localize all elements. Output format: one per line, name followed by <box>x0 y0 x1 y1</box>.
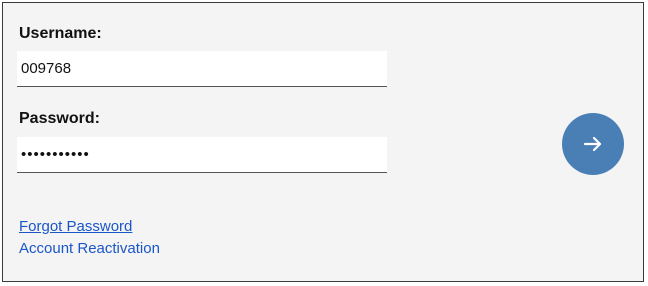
login-panel: Username: 009768 Password: ••••••••••• F… <box>2 2 644 282</box>
password-label: Password: <box>19 110 100 127</box>
submit-button[interactable] <box>562 113 624 175</box>
password-input[interactable]: ••••••••••• <box>17 137 387 173</box>
account-reactivation-link[interactable]: Account Reactivation <box>19 240 160 257</box>
username-input[interactable]: 009768 <box>17 51 387 87</box>
arrow-right-icon <box>582 133 604 155</box>
forgot-password-link[interactable]: Forgot Password <box>19 218 132 235</box>
username-label: Username: <box>19 25 102 42</box>
